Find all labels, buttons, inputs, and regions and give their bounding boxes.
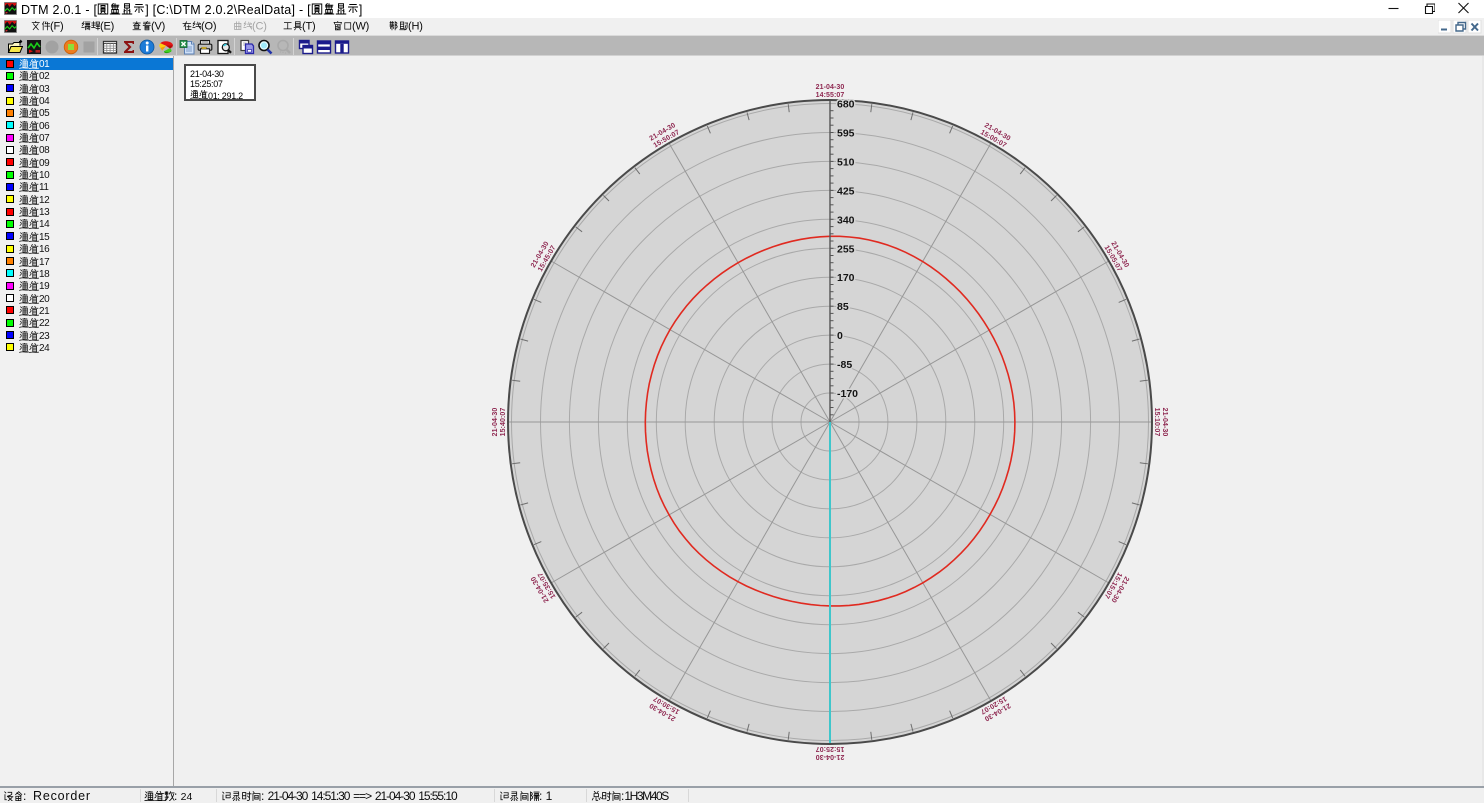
svg-text:510: 510: [837, 156, 855, 168]
svg-text:14:55:07: 14:55:07: [816, 92, 845, 99]
svg-text:0: 0: [837, 330, 843, 342]
svg-text:85: 85: [837, 301, 849, 313]
svg-text:21-04-30: 21-04-30: [816, 753, 845, 760]
svg-text:595: 595: [837, 128, 855, 140]
svg-text:-85: -85: [837, 359, 852, 371]
svg-text:170: 170: [837, 272, 855, 284]
svg-text:15:10:07: 15:10:07: [1153, 408, 1160, 437]
svg-text:21-04-30: 21-04-30: [492, 408, 499, 437]
svg-text:15:25:07: 15:25:07: [816, 745, 845, 752]
svg-text:340: 340: [837, 214, 855, 226]
svg-text:21-04-30: 21-04-30: [816, 84, 845, 91]
svg-text:-170: -170: [837, 388, 858, 400]
svg-text:680: 680: [837, 99, 855, 111]
svg-text:255: 255: [837, 243, 855, 255]
svg-text:21-04-30: 21-04-30: [1161, 408, 1168, 437]
svg-text:425: 425: [837, 185, 855, 197]
svg-text:15:40:07: 15:40:07: [500, 408, 507, 437]
